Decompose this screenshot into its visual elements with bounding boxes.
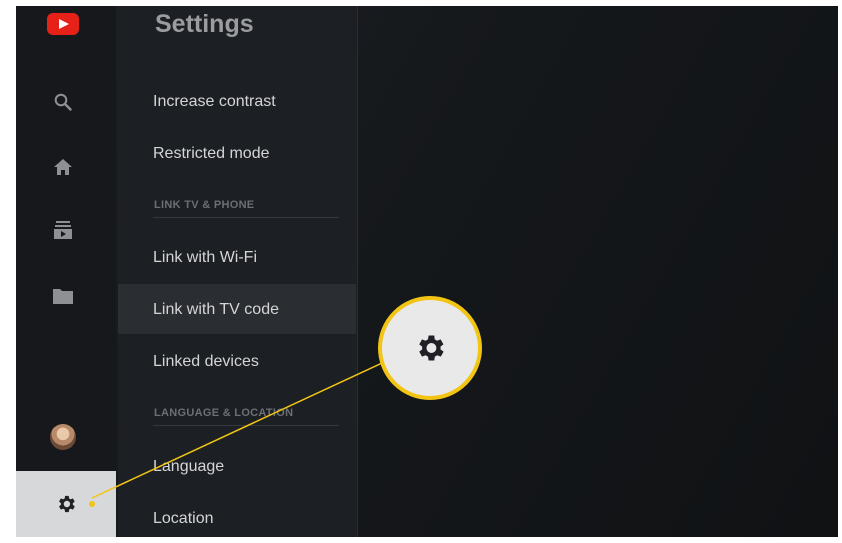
settings-callout-magnifier [378, 296, 482, 400]
callout-connector-line [91, 362, 383, 499]
tv-screen: Settings Increase contrast Restricted mo… [16, 6, 838, 537]
gear-icon [419, 335, 444, 361]
